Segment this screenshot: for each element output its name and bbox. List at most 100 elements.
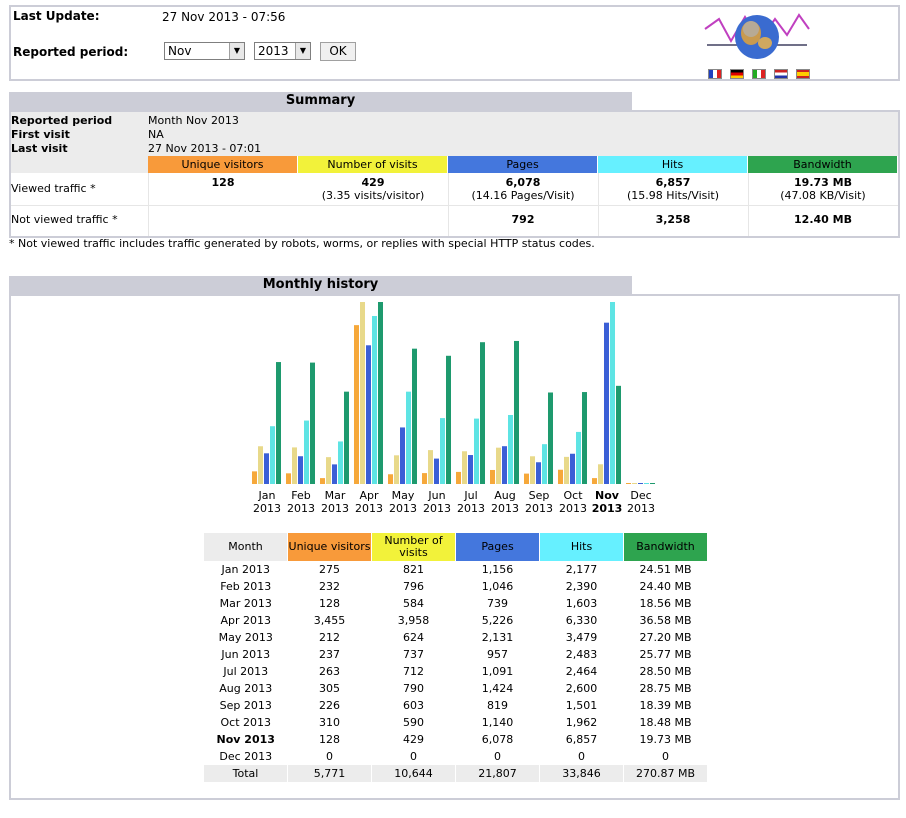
tick-month-7: Aug bbox=[494, 489, 515, 502]
bar-hits-8 bbox=[542, 444, 547, 484]
col-divider bbox=[598, 173, 599, 236]
flag-de-icon[interactable] bbox=[730, 69, 744, 79]
bar-number-of-visits-8 bbox=[530, 456, 535, 484]
chevron-down-icon: ▼ bbox=[295, 43, 310, 59]
cell-month: May 2013 bbox=[218, 631, 273, 644]
cell-visits: 624 bbox=[403, 631, 424, 644]
viewed-visits: 429 bbox=[361, 176, 385, 189]
table-row: Apr 2013 3,455 3,958 5,226 6,330 36.58 MB bbox=[204, 612, 708, 629]
reported-period-row-label: Reported period bbox=[11, 114, 113, 127]
viewed-pages: 6,078 bbox=[505, 176, 541, 189]
cell-bandwidth: 18.39 MB bbox=[639, 699, 692, 712]
cell-bandwidth: 24.40 MB bbox=[639, 580, 692, 593]
col-divider bbox=[148, 173, 149, 236]
bar-unique-visitors-10 bbox=[592, 478, 597, 484]
cell-month: Jun 2013 bbox=[221, 648, 271, 661]
tick-month-11: Dec bbox=[630, 489, 651, 502]
cell-unique: 305 bbox=[319, 682, 340, 695]
cell-hits: 6,857 bbox=[565, 733, 598, 746]
cell-bandwidth: 28.50 MB bbox=[639, 665, 692, 678]
bar-pages-5 bbox=[434, 458, 439, 484]
table-row: Jul 2013 263 712 1,091 2,464 28.50 MB bbox=[204, 663, 708, 680]
monthly-history-panel: Jan 2013 Feb 2013 Mar 2013 Apr 2013 May 2013 Jun 20… bbox=[9, 294, 900, 800]
bar-unique-visitors-3 bbox=[354, 325, 359, 484]
flag-es-icon[interactable] bbox=[796, 69, 810, 79]
bar-pages-2 bbox=[332, 464, 337, 484]
not-viewed-hits: 3,258 bbox=[655, 213, 691, 226]
bar-number-of-visits-1 bbox=[292, 447, 297, 484]
last-update-value: 27 Nov 2013 - 07:56 bbox=[162, 10, 286, 24]
tick-month-1: Feb bbox=[291, 489, 310, 502]
bar-number-of-visits-0 bbox=[258, 446, 263, 484]
cell-hits: 1,501 bbox=[565, 699, 598, 712]
bar-bandwidth-8 bbox=[548, 392, 553, 484]
not-viewed-traffic-label: Not viewed traffic * bbox=[11, 213, 118, 226]
cell-hits: 0 bbox=[578, 750, 585, 763]
flag-nl-icon[interactable] bbox=[774, 69, 788, 79]
cell-unique: 128 bbox=[319, 733, 340, 746]
bar-pages-0 bbox=[264, 453, 269, 484]
bar-number-of-visits-3 bbox=[360, 302, 365, 484]
tick-month-3: Apr bbox=[359, 489, 379, 502]
col-pages: Pages bbox=[448, 156, 598, 173]
month-select[interactable]: Nov ▼ bbox=[164, 42, 245, 60]
bar-hits-0 bbox=[270, 426, 275, 484]
cell-bandwidth: 27.20 MB bbox=[639, 631, 692, 644]
col-number-of-visits: Number of visits bbox=[298, 156, 448, 173]
bar-number-of-visits-4 bbox=[394, 455, 399, 484]
bar-unique-visitors-6 bbox=[456, 471, 461, 484]
first-visit-value: NA bbox=[148, 128, 164, 141]
not-viewed-pages: 792 bbox=[511, 213, 535, 226]
cell-pages: 1,140 bbox=[481, 716, 514, 729]
bar-hits-4 bbox=[406, 391, 411, 484]
bar-bandwidth-7 bbox=[514, 340, 519, 484]
total-unique: 5,771 bbox=[287, 765, 372, 782]
cell-unique: 226 bbox=[319, 699, 340, 712]
summary-header-blank bbox=[11, 156, 148, 173]
viewed-visits-sub: (3.35 visits/visitor) bbox=[321, 189, 425, 202]
bar-unique-visitors-5 bbox=[422, 473, 427, 484]
viewed-unique: 128 bbox=[211, 176, 235, 189]
cell-hits: 2,390 bbox=[565, 580, 598, 593]
year-select[interactable]: 2013 ▼ bbox=[254, 42, 311, 60]
total-visits: 10,644 bbox=[371, 765, 456, 782]
cell-month: Nov 2013 bbox=[216, 733, 275, 746]
total-bandwidth: 270.87 MB bbox=[623, 765, 708, 782]
col-divider bbox=[448, 173, 449, 236]
tick-year-8: 2013 bbox=[525, 502, 553, 515]
year-select-value: 2013 bbox=[258, 44, 289, 58]
bar-hits-7 bbox=[508, 414, 513, 484]
bar-hits-2 bbox=[338, 441, 343, 484]
cell-unique: 212 bbox=[319, 631, 340, 644]
cell-bandwidth: 18.56 MB bbox=[639, 597, 692, 610]
cell-visits: 0 bbox=[410, 750, 417, 763]
bar-pages-8 bbox=[536, 462, 541, 484]
bar-number-of-visits-10 bbox=[598, 464, 603, 484]
th-bandwidth: Bandwidth bbox=[623, 533, 708, 561]
bar-hits-3 bbox=[372, 315, 377, 484]
tick-year-1: 2013 bbox=[287, 502, 315, 515]
bar-number-of-visits-2 bbox=[326, 457, 331, 484]
col-unique-visitors: Unique visitors bbox=[148, 156, 298, 173]
ok-button[interactable]: OK bbox=[320, 42, 356, 61]
cell-hits: 1,603 bbox=[565, 597, 598, 610]
cell-month: Dec 2013 bbox=[219, 750, 273, 763]
cell-pages: 739 bbox=[487, 597, 508, 610]
cell-bandwidth: 25.77 MB bbox=[639, 648, 692, 661]
cell-pages: 5,226 bbox=[481, 614, 514, 627]
viewed-bandwidth: 19.73 MB bbox=[794, 176, 852, 189]
bar-number-of-visits-9 bbox=[564, 456, 569, 484]
bar-bandwidth-2 bbox=[344, 391, 349, 484]
tick-month-4: May bbox=[392, 489, 415, 502]
flag-it-icon[interactable] bbox=[752, 69, 766, 79]
tick-year-7: 2013 bbox=[491, 502, 519, 515]
cell-month: Feb 2013 bbox=[220, 580, 272, 593]
bar-bandwidth-5 bbox=[446, 355, 451, 484]
summary-title: Summary bbox=[9, 92, 632, 110]
cell-pages: 957 bbox=[487, 648, 508, 661]
bar-hits-1 bbox=[304, 420, 309, 484]
cell-visits: 590 bbox=[403, 716, 424, 729]
cell-pages: 1,156 bbox=[481, 563, 514, 576]
flag-fr-icon[interactable] bbox=[708, 69, 722, 79]
cell-pages: 6,078 bbox=[481, 733, 514, 746]
